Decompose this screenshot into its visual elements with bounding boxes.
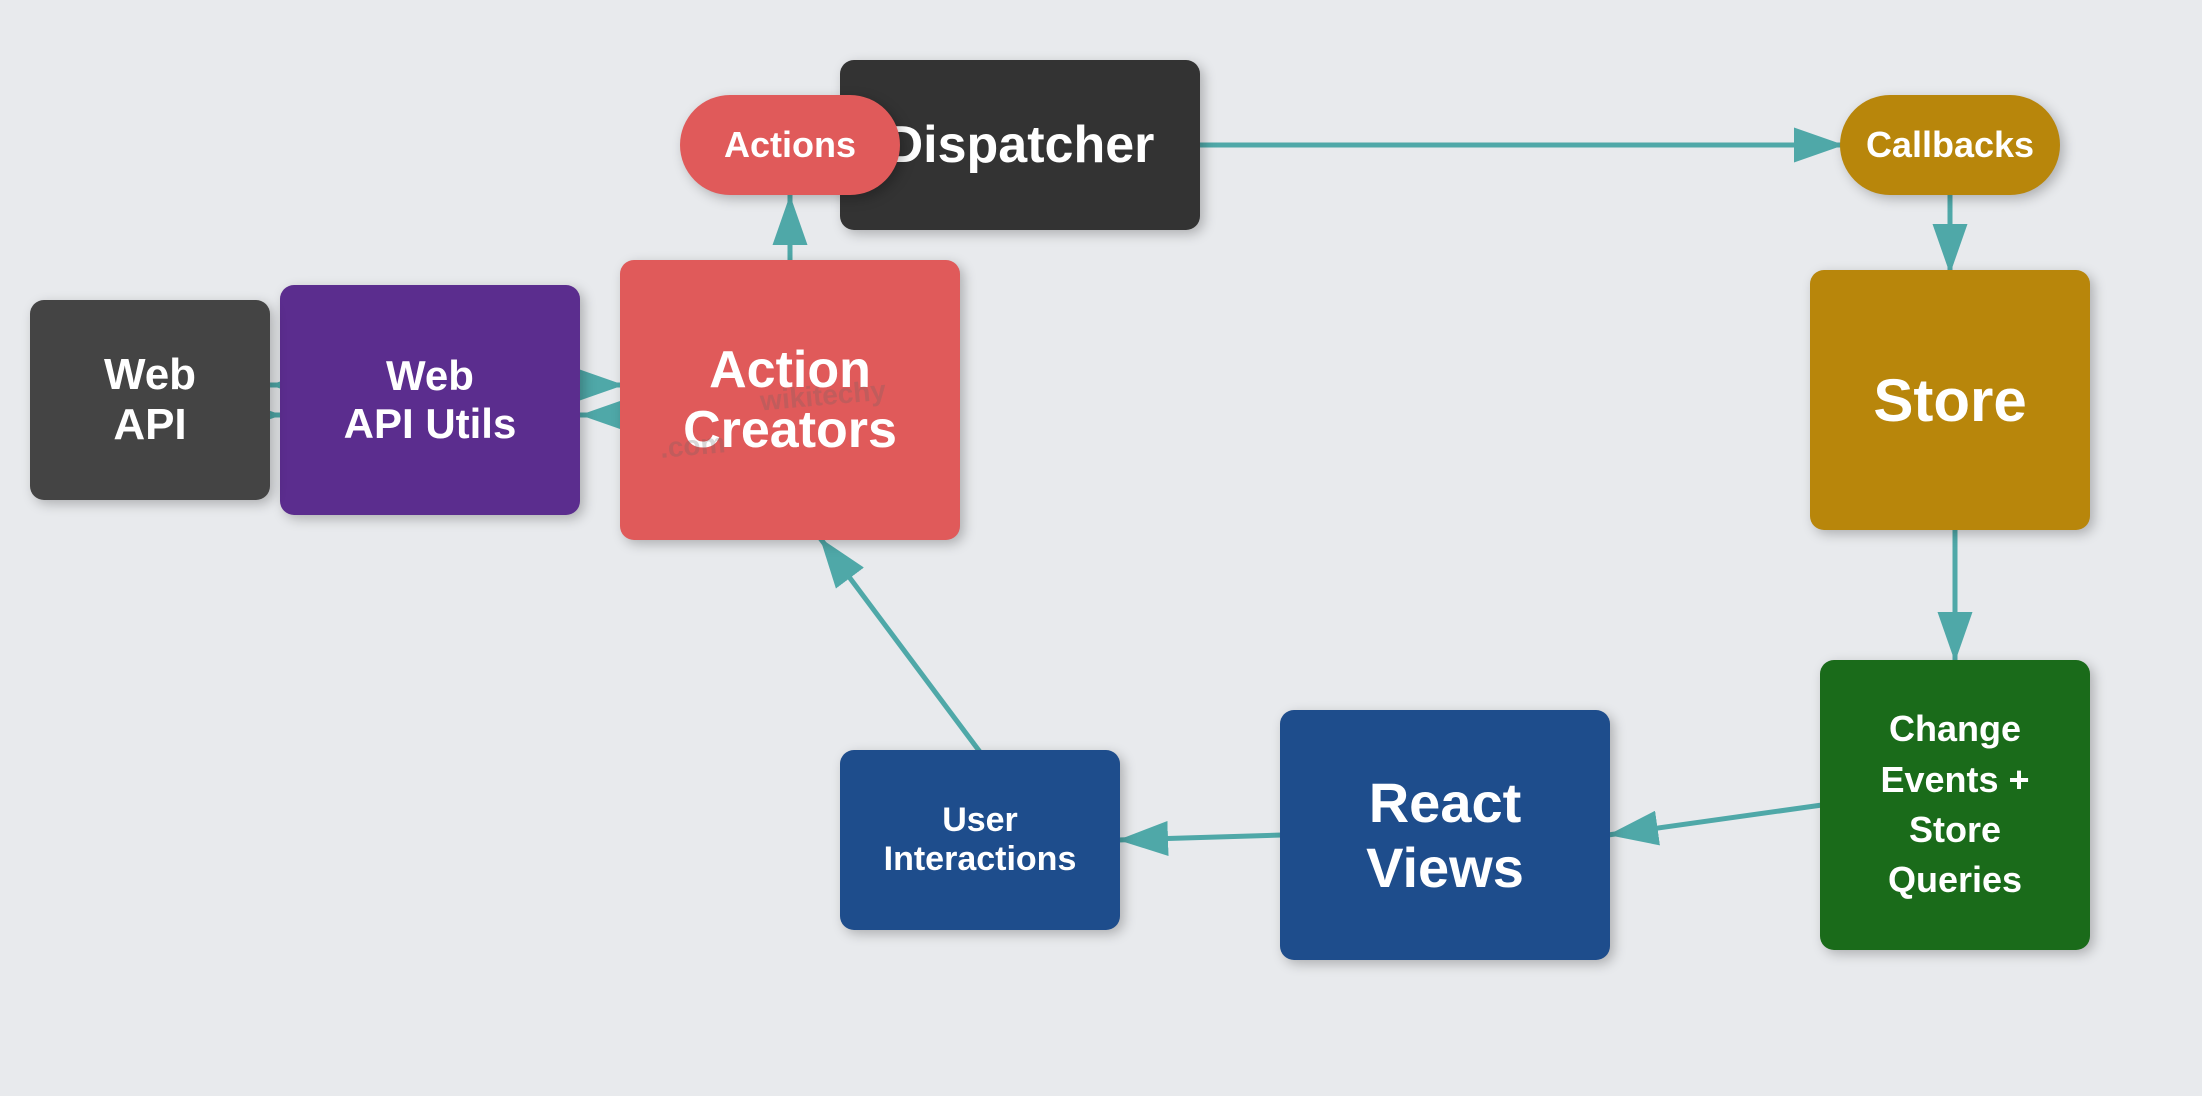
watermark2: .com: [659, 427, 727, 465]
react-views-node: React Views: [1280, 710, 1610, 960]
diagram-container: Dispatcher Actions Callbacks Store Actio…: [0, 0, 2202, 1096]
actions-node: Actions: [680, 95, 900, 195]
web-api-node: Web API: [30, 300, 270, 500]
store-node: Store: [1810, 270, 2090, 530]
callbacks-node: Callbacks: [1840, 95, 2060, 195]
user-interactions-node: User Interactions: [840, 750, 1120, 930]
change-events-node: Change Events + Store Queries: [1820, 660, 2090, 950]
web-api-utils-node: Web API Utils: [280, 285, 580, 515]
